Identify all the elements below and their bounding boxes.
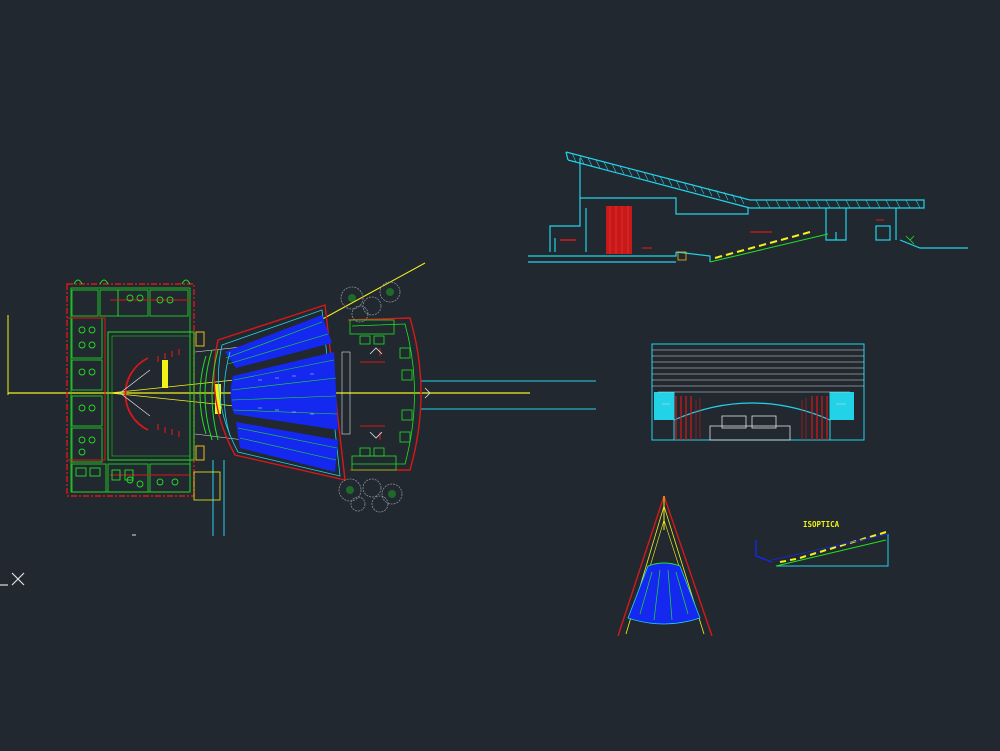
sightline-plan (617, 495, 713, 637)
floor-plan (7, 262, 596, 536)
lobby (341, 317, 431, 471)
ucs-axis-icon (0, 572, 25, 586)
longitudinal-section (528, 151, 968, 263)
isoptica-title: ISOPTICA (803, 520, 840, 529)
cad-drawing-canvas[interactable]: ISOPTICA (0, 0, 1000, 751)
landscape-trees (338, 281, 403, 513)
backstage-block (66, 279, 195, 497)
cross-section (651, 343, 865, 441)
isoptica-diagram: ISOPTICA (755, 520, 889, 567)
